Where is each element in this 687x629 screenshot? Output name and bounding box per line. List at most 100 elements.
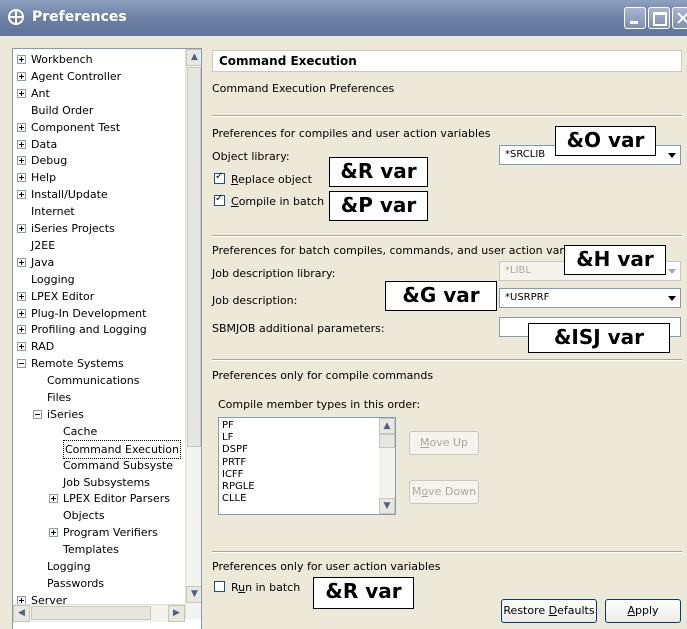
restore-defaults-button[interactable]: Restore Defaults xyxy=(501,599,597,623)
tree-vertical-scrollbar[interactable]: ▲ ▼ xyxy=(185,49,201,619)
tree-item-label: Plug-In Development xyxy=(31,306,147,320)
list-item[interactable]: LF xyxy=(222,432,233,444)
separator xyxy=(212,235,682,237)
list-item[interactable]: RPGLE xyxy=(222,481,255,493)
tree-item-label: Passwords xyxy=(47,576,105,590)
sbmjob-label: SBMJOB additional parameters: xyxy=(212,322,385,335)
expand-icon[interactable] xyxy=(17,71,26,81)
tree-item-label: Logging xyxy=(31,272,75,286)
list-item[interactable]: DSPF xyxy=(222,444,248,456)
preference-tree-panel: Workbench Agent Controller Ant Build Order C… xyxy=(12,48,202,629)
tree-item-label: Command Subsyste xyxy=(63,458,174,472)
compile-section-title: Preferences for compiles and user action… xyxy=(212,127,491,140)
scroll-down-button[interactable]: ▼ xyxy=(186,586,201,603)
tree-item-label: Install/Update xyxy=(31,188,108,202)
expand-icon[interactable] xyxy=(17,342,26,352)
expand-icon[interactable] xyxy=(17,173,26,183)
tree-item-label: Data xyxy=(31,137,58,151)
tree-item-label: Debug xyxy=(31,154,68,168)
scroll-right-button[interactable]: ▶ xyxy=(168,605,185,622)
scroll-up-button[interactable]: ▲ xyxy=(186,49,201,66)
list-scroll-up-button[interactable]: ▲ xyxy=(379,418,395,434)
tree-item-label: Java xyxy=(31,255,55,269)
separator xyxy=(212,115,682,117)
maximize-button[interactable] xyxy=(648,7,670,29)
list-item[interactable]: PF xyxy=(222,420,234,432)
callout-h-var: &H var xyxy=(564,245,666,275)
tree-item-label: Help xyxy=(31,171,57,185)
expand-icon[interactable] xyxy=(17,257,26,267)
expand-icon[interactable] xyxy=(49,494,58,504)
page-title: Command Execution xyxy=(212,50,682,72)
expand-icon[interactable] xyxy=(17,88,26,98)
minimize-button[interactable] xyxy=(624,7,646,29)
replace-object-label[interactable]: Replace object xyxy=(231,173,312,186)
expand-icon[interactable] xyxy=(17,291,26,301)
list-scrollbar[interactable]: ▲ ▼ xyxy=(379,418,395,514)
expand-icon[interactable] xyxy=(17,224,26,233)
collapse-icon[interactable] xyxy=(17,359,26,369)
tree-item-label: Workbench xyxy=(31,53,93,66)
replace-object-checkbox[interactable] xyxy=(214,171,225,184)
tree-item-label: Job Subsystems xyxy=(63,475,150,489)
job-desc-value: *USRPRF xyxy=(505,292,550,303)
tree-item-label: Component Test xyxy=(31,120,121,134)
tree-item-label: Communications xyxy=(47,374,140,388)
tree-item-label: iSeries Projects xyxy=(31,222,115,235)
title-bar[interactable]: Preferences xyxy=(0,0,687,36)
tree-item-label: iSeries xyxy=(47,407,84,421)
chevron-down-icon[interactable] xyxy=(664,146,680,164)
scroll-left-button[interactable]: ◀ xyxy=(13,605,30,622)
tree-item-label: Build Order xyxy=(31,103,94,117)
close-button[interactable] xyxy=(672,7,687,29)
list-scroll-thumb[interactable] xyxy=(379,434,395,448)
list-item[interactable]: ICFF xyxy=(222,469,243,481)
list-item[interactable]: CLLE xyxy=(222,493,246,505)
scroll-thumb[interactable] xyxy=(187,67,201,447)
chevron-down-icon[interactable] xyxy=(664,289,680,307)
callout-r-var: &R var xyxy=(329,157,428,187)
expand-icon[interactable] xyxy=(17,55,26,64)
tree-item-label: Cache xyxy=(63,424,98,438)
collapse-icon[interactable] xyxy=(33,409,42,419)
batch-section-title: Preferences for batch compiles, commands… xyxy=(212,244,597,257)
tree-item-label: Files xyxy=(47,391,72,404)
hscroll-thumb[interactable] xyxy=(31,606,151,620)
compile-in-batch-checkbox[interactable] xyxy=(214,193,225,206)
callout-isj-var: &ISJ var xyxy=(528,323,670,353)
tree-item-label: Ant xyxy=(31,86,50,100)
run-in-batch-checkbox[interactable] xyxy=(214,581,225,592)
expand-icon[interactable] xyxy=(17,139,26,149)
preferences-window: Preferences Workbench Agent Controller Ant… xyxy=(0,0,687,629)
callout-p-var: &P var xyxy=(329,191,428,221)
separator xyxy=(212,359,682,361)
move-down-button[interactable]: Move Down xyxy=(409,480,479,504)
tree-horizontal-scrollbar[interactable]: ◀ ▶ xyxy=(13,604,185,622)
compile-in-batch-label[interactable]: Compile in batch xyxy=(231,195,324,208)
chevron-down-icon[interactable] xyxy=(664,262,680,280)
preferences-icon xyxy=(8,9,24,25)
expand-icon[interactable] xyxy=(17,308,26,318)
tree-item-label: LPEX Editor xyxy=(31,289,95,303)
tree-item-label: J2EE xyxy=(31,238,56,252)
tree-item-label: Templates xyxy=(63,543,119,557)
member-types-list[interactable]: PF LF DSPF PRTF ICFF RPGLE CLLE ▲ ▼ xyxy=(218,417,396,515)
move-up-button[interactable]: Move Up xyxy=(409,431,479,455)
expand-icon[interactable] xyxy=(17,325,26,335)
expand-icon[interactable] xyxy=(49,528,58,538)
expand-icon[interactable] xyxy=(17,190,26,200)
expand-icon[interactable] xyxy=(17,156,26,166)
callout-r-var-bottom: &R var xyxy=(313,577,414,609)
window-title: Preferences xyxy=(32,9,127,25)
run-in-batch-label[interactable]: Run in batch xyxy=(231,581,300,594)
list-scroll-down-button[interactable]: ▼ xyxy=(379,498,395,514)
expand-icon[interactable] xyxy=(17,122,26,132)
separator xyxy=(212,551,682,553)
tree-item-label: Objects xyxy=(63,509,105,523)
compile-commands-section-title: Preferences only for compile commands xyxy=(212,369,434,382)
list-item[interactable]: PRTF xyxy=(222,457,246,469)
user-action-section-title: Preferences only for user action variabl… xyxy=(212,560,441,573)
job-desc-combo[interactable]: *USRPRF xyxy=(499,288,681,308)
callout-o-var: &O var xyxy=(555,126,656,156)
apply-button[interactable]: Apply xyxy=(605,599,681,623)
